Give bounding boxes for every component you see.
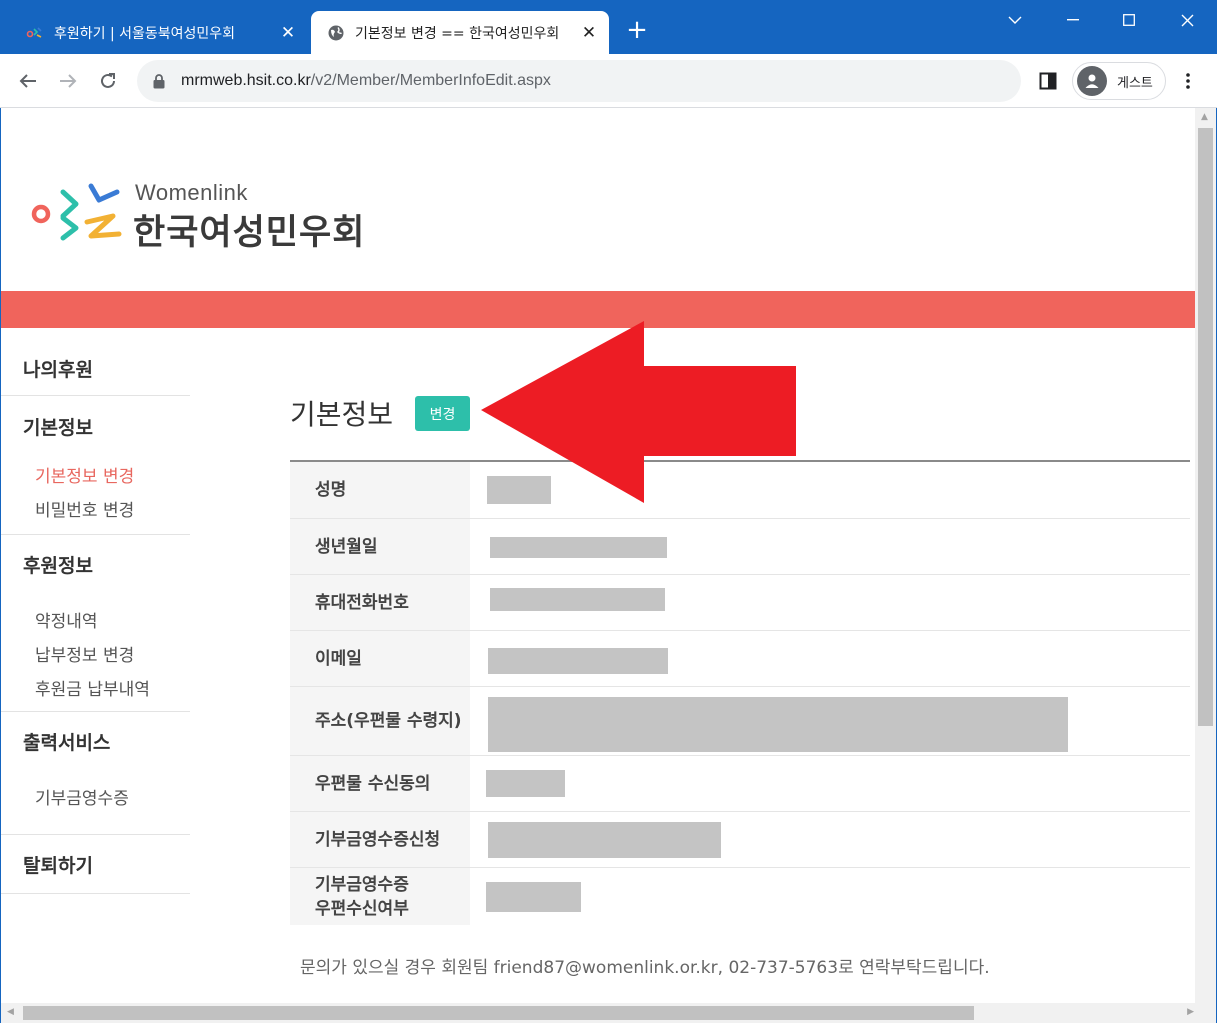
globe-icon — [327, 24, 345, 42]
redacted-block — [488, 697, 1068, 752]
site-logo[interactable]: Womenlink 한국여성민우회 — [29, 180, 369, 254]
sidebar-item-basic-info[interactable]: 기본정보 — [1, 413, 191, 440]
lock-icon — [153, 73, 173, 89]
sidebar-item-basic-info-edit[interactable]: 기본정보 변경 — [1, 462, 191, 487]
avatar-icon — [1077, 66, 1107, 96]
maximize-icon[interactable] — [1101, 0, 1157, 40]
close-tab-icon[interactable]: ✕ — [274, 23, 302, 43]
scroll-up-icon[interactable]: ▲ — [1201, 112, 1208, 122]
row-value-birthdate — [470, 519, 1190, 574]
tab-basic-info-edit[interactable]: 기본정보 변경 == 한국여성민우회 ✕ — [311, 11, 609, 54]
redacted-block — [490, 588, 665, 611]
sidebar-nav: 나의후원 기본정보 기본정보 변경 비밀번호 변경 후원정보 약정내역 납부정보… — [1, 338, 191, 894]
row-label-receipt-mail: 기부금영수증 우편수신여부 — [290, 868, 470, 925]
new-tab-button[interactable]: + — [622, 16, 652, 46]
page-viewport: Womenlink 한국여성민우회 나의후원 기본정보 기본정보 변경 비밀번호… — [0, 108, 1217, 1023]
url-text: mrmweb.hsit.co.kr/v2/Member/MemberInfoEd… — [181, 72, 551, 90]
table-row: 우편물 수신동의 — [290, 756, 1190, 812]
back-arrow-icon[interactable] — [12, 65, 44, 97]
tab-search-chevron-icon[interactable] — [987, 0, 1043, 40]
guest-profile-button[interactable]: 게스트 — [1072, 62, 1166, 100]
reload-icon[interactable] — [92, 65, 124, 97]
sidebar-item-password-change[interactable]: 비밀번호 변경 — [1, 496, 191, 521]
more-menu-icon[interactable] — [1172, 65, 1204, 97]
tab-title: 후원하기 | 서울동북여성민우회 — [54, 25, 236, 42]
table-row: 이메일 — [290, 631, 1190, 687]
redacted-block — [488, 822, 721, 858]
minimize-icon[interactable] — [1045, 0, 1101, 40]
table-row: 주소(우편물 수령지) — [290, 687, 1190, 756]
row-label-line: 기부금영수증 — [315, 874, 409, 895]
row-value-receipt-mail — [470, 868, 1190, 925]
row-label-mobile: 휴대전화번호 — [290, 575, 470, 630]
table-row: 기부금영수증신청 — [290, 812, 1190, 868]
redacted-block — [488, 648, 668, 674]
table-row: 기부금영수증 우편수신여부 — [290, 868, 1190, 925]
row-value-mail-consent — [470, 756, 1190, 811]
row-label-email: 이메일 — [290, 631, 470, 686]
red-arrow-annotation-icon — [481, 321, 796, 503]
row-value-mobile — [470, 575, 1190, 630]
row-label-mail-consent: 우편물 수신동의 — [290, 756, 470, 811]
change-button[interactable]: 변경 — [415, 396, 470, 431]
row-label-address: 주소(우편물 수령지) — [290, 687, 470, 755]
row-label-name: 성명 — [290, 462, 470, 518]
address-bar[interactable]: mrmweb.hsit.co.kr/v2/Member/MemberInfoEd… — [137, 60, 1021, 102]
basic-info-table: 성명 생년월일 휴대전화번호 이메일 주소(우편물 수령지) 우편물 수신동의 … — [290, 460, 1190, 925]
redacted-block — [486, 882, 581, 912]
browser-tab-bar: 후원하기 | 서울동북여성민우회 ✕ 기본정보 변경 == 한국여성민우회 ✕ … — [0, 0, 1217, 54]
sidebar-item-print-service[interactable]: 출력서비스 — [1, 728, 191, 755]
row-label-birthdate: 생년월일 — [290, 519, 470, 574]
sidebar-item-pledge-history[interactable]: 약정내역 — [1, 607, 191, 632]
womenlink-favicon-icon — [26, 24, 44, 42]
url-path: /v2/Member/MemberInfoEdit.aspx — [310, 72, 551, 89]
contact-note: 문의가 있으실 경우 회원팀 friend87@womenlink.or.kr,… — [300, 958, 990, 978]
vertical-scroll-thumb[interactable] — [1198, 128, 1213, 726]
row-label-receipt-request: 기부금영수증신청 — [290, 812, 470, 867]
womenlink-logo-icon — [31, 183, 122, 241]
profile-label: 게스트 — [1117, 75, 1153, 91]
scroll-right-icon[interactable]: ▶ — [1187, 1007, 1194, 1017]
row-value-receipt-request — [470, 812, 1190, 867]
redacted-block — [490, 537, 667, 558]
horizontal-scrollbar[interactable]: ◀ ▶ — [1, 1003, 1216, 1023]
row-value-address — [470, 687, 1190, 755]
tab-title: 기본정보 변경 == 한국여성민우회 — [355, 25, 560, 42]
sidebar-item-my-support[interactable]: 나의후원 — [1, 355, 191, 382]
row-value-email — [470, 631, 1190, 686]
tab-seoul-dongbuk[interactable]: 후원하기 | 서울동북여성민우회 ✕ — [10, 11, 308, 54]
close-window-icon[interactable] — [1159, 0, 1215, 40]
page-title: 기본정보 — [290, 398, 394, 431]
sidebar-divider — [1, 893, 190, 894]
row-label-line: 우편수신여부 — [315, 898, 409, 919]
sidebar-item-payment-history[interactable]: 후원금 납부내역 — [1, 675, 191, 700]
sidebar-item-payment-info-change[interactable]: 납부정보 변경 — [1, 641, 191, 666]
close-tab-icon[interactable]: ✕ — [575, 23, 603, 43]
horizontal-scroll-thumb[interactable] — [23, 1006, 974, 1020]
scroll-left-icon[interactable]: ◀ — [7, 1007, 14, 1017]
brand-korean: 한국여성민우회 — [133, 213, 366, 253]
url-host: mrmweb.hsit.co.kr — [181, 72, 311, 89]
sidebar-item-donation-receipt[interactable]: 기부금영수증 — [1, 784, 191, 809]
table-row: 휴대전화번호 — [290, 575, 1190, 631]
sidebar-item-support-info[interactable]: 후원정보 — [1, 551, 191, 578]
side-panel-icon[interactable] — [1032, 65, 1064, 97]
sidebar-item-withdraw[interactable]: 탈퇴하기 — [1, 851, 191, 878]
brand-english: Womenlink — [135, 180, 248, 205]
vertical-scrollbar[interactable]: ▲ — [1195, 108, 1216, 1003]
browser-toolbar: mrmweb.hsit.co.kr/v2/Member/MemberInfoEd… — [0, 54, 1217, 108]
forward-arrow-icon[interactable] — [52, 65, 84, 97]
table-row: 생년월일 — [290, 519, 1190, 575]
redacted-block — [486, 770, 565, 797]
